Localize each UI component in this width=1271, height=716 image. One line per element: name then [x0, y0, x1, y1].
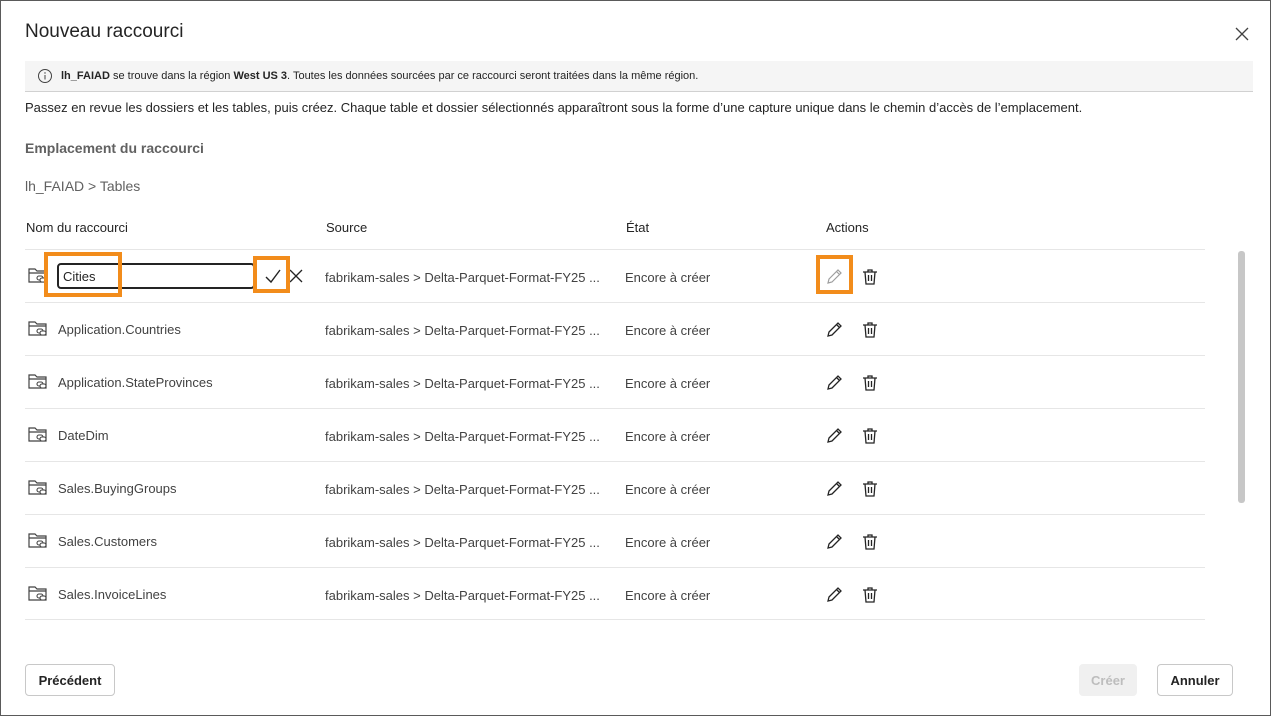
row-state: Encore à créer	[625, 270, 711, 285]
row-shortcut-name: DateDim	[58, 428, 109, 443]
previous-button[interactable]: Précédent	[25, 664, 115, 696]
table-row: Sales.InvoiceLines fabrikam-sales > Delt…	[25, 567, 1205, 620]
row-state: Encore à créer	[625, 429, 711, 444]
banner-text-part1: se trouve dans la région	[109, 70, 234, 82]
row-shortcut-name: Sales.InvoiceLines	[58, 587, 167, 602]
trash-icon[interactable]	[860, 479, 880, 499]
row-shortcut-name: Sales.BuyingGroups	[58, 481, 177, 496]
review-description: Passez en revue les dossiers et les tabl…	[25, 100, 1083, 115]
cancel-edit-icon[interactable]	[288, 268, 304, 284]
new-shortcut-dialog: Nouveau raccourci lh_FAIAD se trouve dan…	[0, 0, 1271, 716]
location-breadcrumb: lh_FAIAD > Tables	[25, 178, 141, 194]
shortcut-table: fabrikam-sales > Delta-Parquet-Format-FY…	[25, 249, 1214, 621]
trash-icon[interactable]	[860, 532, 880, 552]
trash-icon[interactable]	[860, 373, 880, 393]
banner-region-name: West US 3	[233, 70, 288, 82]
row-state: Encore à créer	[625, 535, 711, 550]
table-row: Application.StateProvinces fabrikam-sale…	[25, 355, 1205, 408]
trash-icon[interactable]	[860, 320, 880, 340]
table-row: fabrikam-sales > Delta-Parquet-Format-FY…	[25, 249, 1205, 302]
dialog-title: Nouveau raccourci	[25, 21, 184, 42]
region-info-banner: lh_FAIAD se trouve dans la région West U…	[25, 61, 1253, 92]
pencil-icon[interactable]	[824, 320, 844, 340]
location-label: Emplacement du raccourci	[25, 140, 204, 156]
pencil-icon[interactable]	[824, 373, 844, 393]
row-source: fabrikam-sales > Delta-Parquet-Format-FY…	[325, 323, 600, 338]
row-source: fabrikam-sales > Delta-Parquet-Format-FY…	[325, 535, 600, 550]
trash-icon[interactable]	[860, 585, 880, 605]
folder-shortcut-icon	[28, 427, 47, 442]
folder-shortcut-icon	[28, 586, 47, 601]
trash-icon[interactable]	[860, 267, 880, 287]
banner-text: lh_FAIAD se trouve dans la région West U…	[61, 70, 698, 82]
checkmark-icon[interactable]	[263, 266, 283, 286]
row-shortcut-name: Application.StateProvinces	[58, 375, 213, 390]
shortcut-name-input[interactable]	[57, 263, 255, 289]
row-shortcut-name: Application.Countries	[58, 322, 181, 337]
folder-shortcut-icon	[28, 268, 47, 283]
banner-lakehouse-name: lh_FAIAD	[61, 70, 110, 82]
pencil-icon[interactable]	[824, 532, 844, 552]
row-source: fabrikam-sales > Delta-Parquet-Format-FY…	[325, 429, 600, 444]
table-row: DateDim fabrikam-sales > Delta-Parquet-F…	[25, 408, 1205, 461]
trash-icon[interactable]	[860, 426, 880, 446]
table-scrollbar-thumb[interactable]	[1238, 251, 1245, 503]
row-source: fabrikam-sales > Delta-Parquet-Format-FY…	[325, 482, 600, 497]
info-icon	[38, 69, 52, 83]
cancel-button[interactable]: Annuler	[1157, 664, 1233, 696]
row-state: Encore à créer	[625, 482, 711, 497]
table-row: Sales.Customers fabrikam-sales > Delta-P…	[25, 514, 1205, 567]
header-shortcut-name: Nom du raccourci	[26, 220, 128, 235]
header-state: État	[626, 220, 650, 235]
banner-text-part2: . Toutes les données sourcées par ce rac…	[287, 70, 699, 82]
pencil-icon[interactable]	[824, 585, 844, 605]
create-button[interactable]: Créer	[1079, 664, 1137, 696]
pencil-icon[interactable]	[824, 267, 844, 287]
row-state: Encore à créer	[625, 323, 711, 338]
row-source: fabrikam-sales > Delta-Parquet-Format-FY…	[325, 270, 600, 285]
folder-shortcut-icon	[28, 533, 47, 548]
row-state: Encore à créer	[625, 588, 711, 603]
header-actions: Actions	[826, 220, 869, 235]
header-source: Source	[326, 220, 368, 235]
table-row: Application.Countries fabrikam-sales > D…	[25, 302, 1205, 355]
folder-shortcut-icon	[28, 480, 47, 495]
folder-shortcut-icon	[28, 321, 47, 336]
folder-shortcut-icon	[28, 374, 47, 389]
close-icon[interactable]	[1233, 25, 1251, 43]
pencil-icon[interactable]	[824, 426, 844, 446]
pencil-icon[interactable]	[824, 479, 844, 499]
row-source: fabrikam-sales > Delta-Parquet-Format-FY…	[325, 588, 600, 603]
table-row: Sales.BuyingGroups fabrikam-sales > Delt…	[25, 461, 1205, 514]
table-header: Nom du raccourci Source État Actions	[1, 220, 1271, 240]
row-shortcut-name: Sales.Customers	[58, 534, 157, 549]
row-state: Encore à créer	[625, 376, 711, 391]
row-source: fabrikam-sales > Delta-Parquet-Format-FY…	[325, 376, 600, 391]
